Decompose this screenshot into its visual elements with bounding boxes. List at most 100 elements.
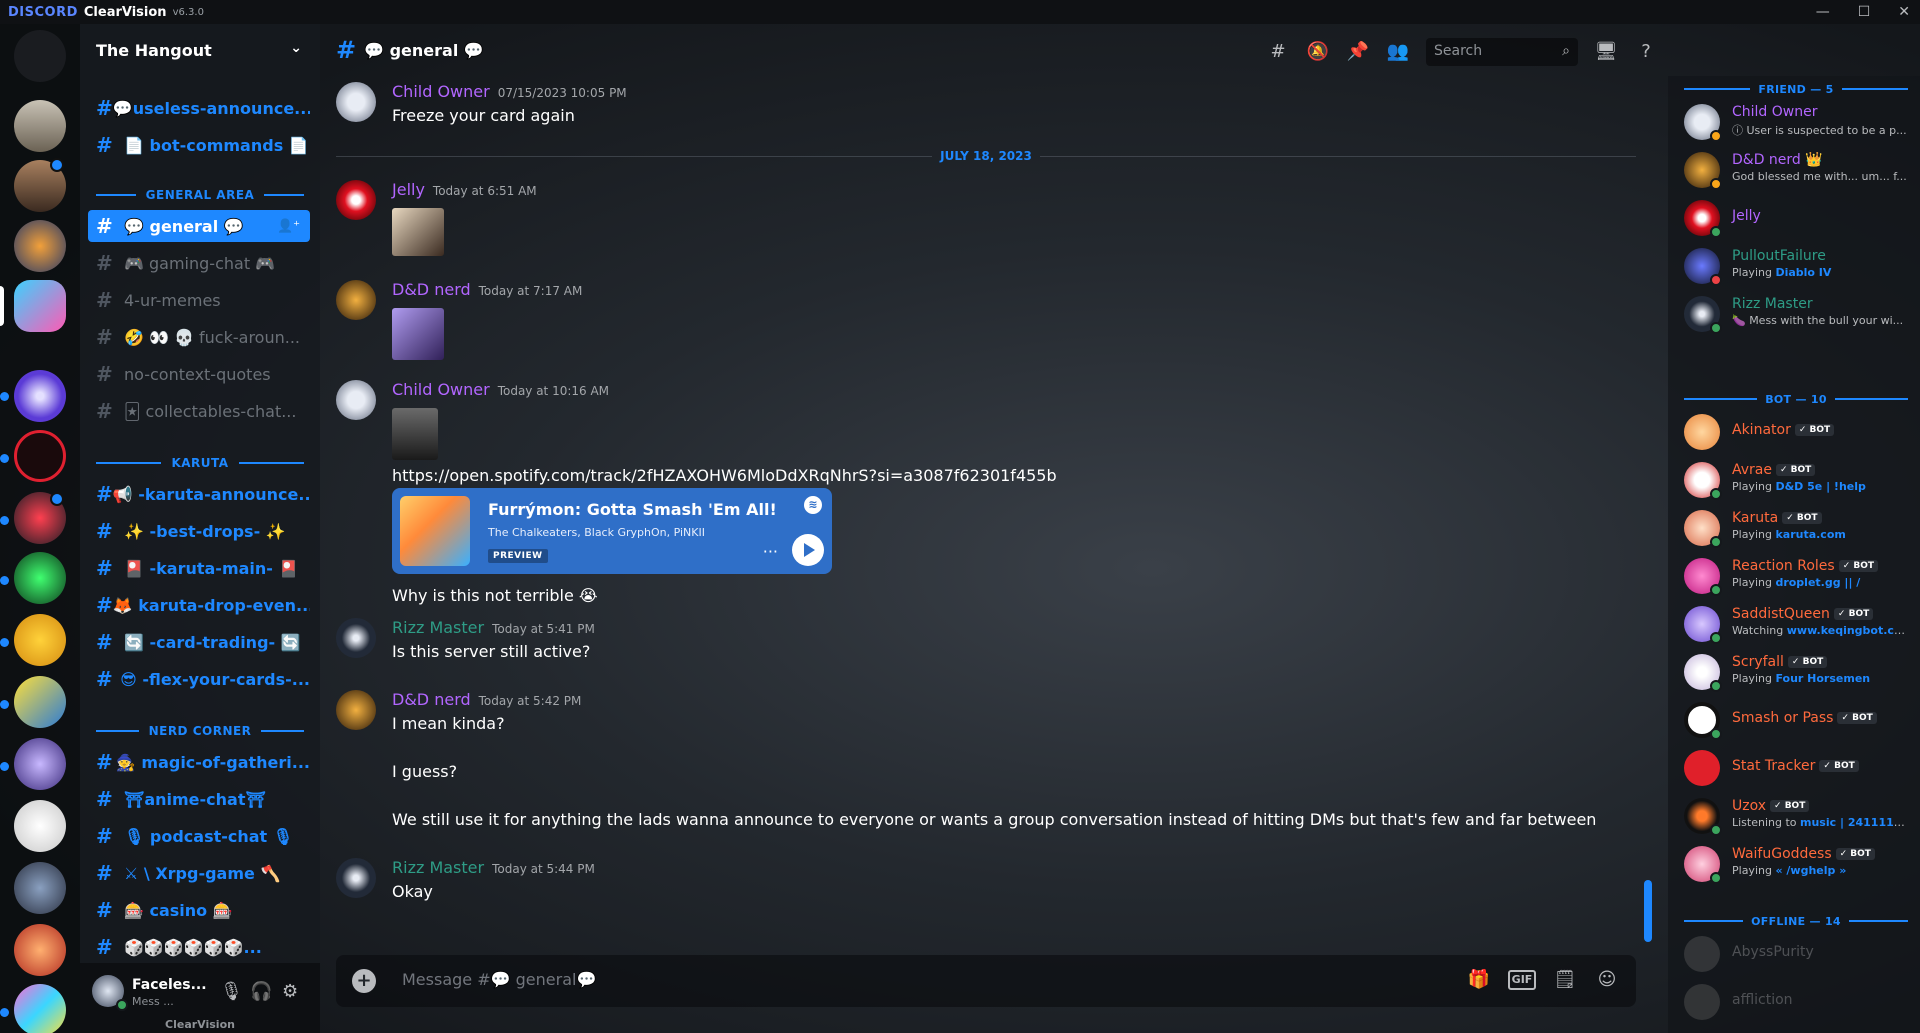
member-item[interactable]: Stat Tracker ✓ BOT — [1676, 746, 1912, 790]
channel-item[interactable]: # 🤣 👀 💀 fuck-aroun... — [88, 321, 310, 353]
server-icon[interactable] — [14, 430, 66, 482]
channel-item[interactable]: # ✨ -best-drops- ✨ — [88, 515, 310, 547]
member-item[interactable]: Jelly — [1676, 196, 1912, 240]
play-button[interactable] — [792, 534, 824, 566]
sticker-image[interactable] — [392, 408, 438, 460]
member-item[interactable]: Uzox✓ BOT Listening to music | 241111 se… — [1676, 794, 1912, 838]
channel-item[interactable]: #4-ur-memes — [88, 284, 310, 316]
channel-item[interactable]: # 🧙 magic-of-gatheri... — [88, 746, 310, 778]
home-button[interactable] — [14, 30, 66, 82]
avatar[interactable] — [336, 618, 376, 658]
microphone-icon[interactable]: 🎙 — [220, 981, 243, 1002]
author-name[interactable]: Jelly Today at 6:51 AM — [392, 180, 537, 199]
user-name[interactable]: Faceles... — [132, 977, 207, 993]
server-icon[interactable] — [14, 924, 66, 976]
close-icon[interactable]: ✕ — [1898, 0, 1910, 24]
channel-item[interactable]: # 📢 -karuta-announce... — [88, 478, 310, 510]
member-item[interactable]: Rizz Master 🍆 Mess with the bull your wi… — [1676, 292, 1912, 336]
author-name[interactable]: D&D nerd Today at 5:42 PM — [392, 690, 581, 709]
spotify-link[interactable]: https://open.spotify.com/track/2fHZAXOHW… — [392, 466, 1057, 485]
avatar[interactable] — [336, 280, 376, 320]
message-input[interactable]: Message #💬 general💬 — [402, 970, 596, 989]
member-item[interactable]: Avrae ✓ BOT Playing D&D 5e | !help — [1676, 458, 1912, 502]
server-icon[interactable] — [14, 100, 66, 152]
channel-item[interactable]: # no-context-quotes — [88, 358, 310, 390]
avatar[interactable] — [336, 690, 376, 730]
sticker-icon[interactable]: 🗒 — [1552, 967, 1578, 993]
server-icon[interactable] — [14, 862, 66, 914]
inbox-icon[interactable]: 🖥 — [1594, 40, 1618, 64]
server-icon[interactable] — [14, 800, 66, 852]
chevron-down-icon[interactable]: ⌄ — [290, 40, 302, 56]
maximize-icon[interactable]: ☐ — [1858, 0, 1871, 24]
threads-icon[interactable]: # — [1266, 40, 1290, 64]
server-icon[interactable] — [14, 552, 66, 604]
member-item[interactable]: Reaction Roles ✓ BOT Playing droplet.gg |… — [1676, 554, 1912, 598]
avatar[interactable] — [336, 380, 376, 420]
mute-bell-icon[interactable]: 🔕 — [1306, 40, 1330, 64]
help-icon[interactable]: ? — [1634, 40, 1658, 64]
channel-item[interactable]: # 🦊 karuta-drop-even... — [88, 589, 310, 621]
channel-item[interactable]: # 🎰 casino 🎰 — [88, 894, 310, 926]
member-item[interactable]: affliction — [1676, 980, 1912, 1024]
headphones-icon[interactable]: 🎧 — [250, 981, 272, 1002]
member-item[interactable]: AbyssPurity — [1676, 932, 1912, 976]
emoji-icon[interactable]: ☺ — [1594, 967, 1620, 993]
channel-item[interactable]: # 🎙 podcast-chat 🎙 — [88, 820, 310, 852]
member-item[interactable]: WaifuGoddess ✓ BOT Playing « /wghelp » — [1676, 842, 1912, 886]
category-general-area[interactable]: GENERAL AREA — [96, 187, 304, 203]
member-item[interactable]: Child Owner ⓘ User is suspected to be a … — [1676, 100, 1912, 144]
channel-item[interactable]: # 🃏 collectables-chat... — [88, 395, 310, 427]
member-item[interactable]: Smash or Pass ✓ BOT — [1676, 698, 1912, 742]
author-name[interactable]: D&D nerd Today at 7:17 AM — [392, 280, 582, 299]
channel-item[interactable]: # 🎴 -karuta-main- 🎴 — [88, 552, 310, 584]
author-name[interactable]: Child Owner 07/15/2023 10:05 PM — [392, 82, 627, 101]
image-attachment[interactable] — [392, 308, 444, 360]
gift-icon[interactable]: 🎁 — [1466, 967, 1492, 993]
server-icon[interactable] — [14, 370, 66, 422]
image-attachment[interactable] — [392, 208, 444, 256]
server-icon[interactable] — [14, 984, 66, 1033]
category-karuta[interactable]: KARUTA — [96, 455, 304, 471]
author-name[interactable]: Child Owner Today at 10:16 AM — [392, 380, 609, 399]
gif-button[interactable]: GIF — [1508, 970, 1536, 990]
channel-item[interactable]: # ⚔ \ Xrpg-game 🪓 — [88, 857, 310, 889]
channel-item-general[interactable]: # 💬 general 💬 👤⁺ — [88, 210, 310, 242]
channel-item[interactable]: # 🔄 -card-trading- 🔄 — [88, 626, 310, 658]
attach-plus-icon[interactable]: + — [352, 969, 376, 993]
server-icon[interactable] — [14, 280, 66, 332]
more-icon[interactable]: ··· — [763, 542, 778, 561]
chat-scrollbar[interactable] — [1644, 880, 1652, 942]
server-icon[interactable] — [14, 614, 66, 666]
channel-item[interactable]: # ⛩anime-chat⛩ — [88, 783, 310, 815]
server-header[interactable]: The Hangout ⌄ — [80, 24, 320, 76]
member-item[interactable]: SaddistQueen ✓ BOT Watching www.keqingbot… — [1676, 602, 1912, 646]
server-icon[interactable] — [14, 220, 66, 272]
author-name[interactable]: Rizz Master Today at 5:44 PM — [392, 858, 595, 877]
server-icon[interactable] — [14, 676, 66, 728]
avatar[interactable] — [336, 858, 376, 898]
member-item[interactable]: Karuta ✓ BOT Playing karuta.com — [1676, 506, 1912, 550]
author-name[interactable]: Rizz Master Today at 5:41 PM — [392, 618, 595, 637]
channel-item[interactable]: # 📄 bot-commands 📄 — [88, 129, 310, 161]
member-item[interactable]: PulloutFailure Playing Diablo IV — [1676, 244, 1912, 288]
channel-item[interactable]: # 😎 -flex-your-cards-... — [88, 663, 310, 695]
pin-icon[interactable]: 📌 — [1346, 40, 1370, 64]
category-nerd-corner[interactable]: NERD CORNER — [96, 723, 304, 739]
member-item[interactable]: Scryfall ✓ BOT Playing Four Horsemen — [1676, 650, 1912, 694]
channel-item[interactable]: # 🎲🎲🎲🎲🎲🎲... — [88, 931, 310, 963]
channel-item[interactable]: # 🎮 gaming-chat 🎮 — [88, 247, 310, 279]
member-item[interactable]: Akinator ✓ BOT — [1676, 410, 1912, 454]
member-list-icon[interactable]: 👥 — [1386, 40, 1410, 64]
avatar[interactable] — [336, 82, 376, 122]
server-icon[interactable] — [14, 738, 66, 790]
avatar[interactable] — [336, 180, 376, 220]
minimize-icon[interactable]: — — [1816, 0, 1830, 24]
spotify-embed[interactable]: Furrýmon: Gotta Smash 'Em All! The Chalk… — [392, 488, 832, 574]
search-input[interactable]: Search ⌕ — [1426, 38, 1578, 66]
invite-icon[interactable]: 👤⁺ — [277, 219, 300, 234]
channel-item[interactable]: # 💬useless-announce... — [88, 92, 310, 124]
embed-title[interactable]: Furrýmon: Gotta Smash 'Em All! — [488, 500, 777, 519]
gear-icon[interactable]: ⚙ — [282, 981, 298, 1002]
member-item[interactable]: D&D nerd 👑 God blessed me with... um... … — [1676, 148, 1912, 192]
